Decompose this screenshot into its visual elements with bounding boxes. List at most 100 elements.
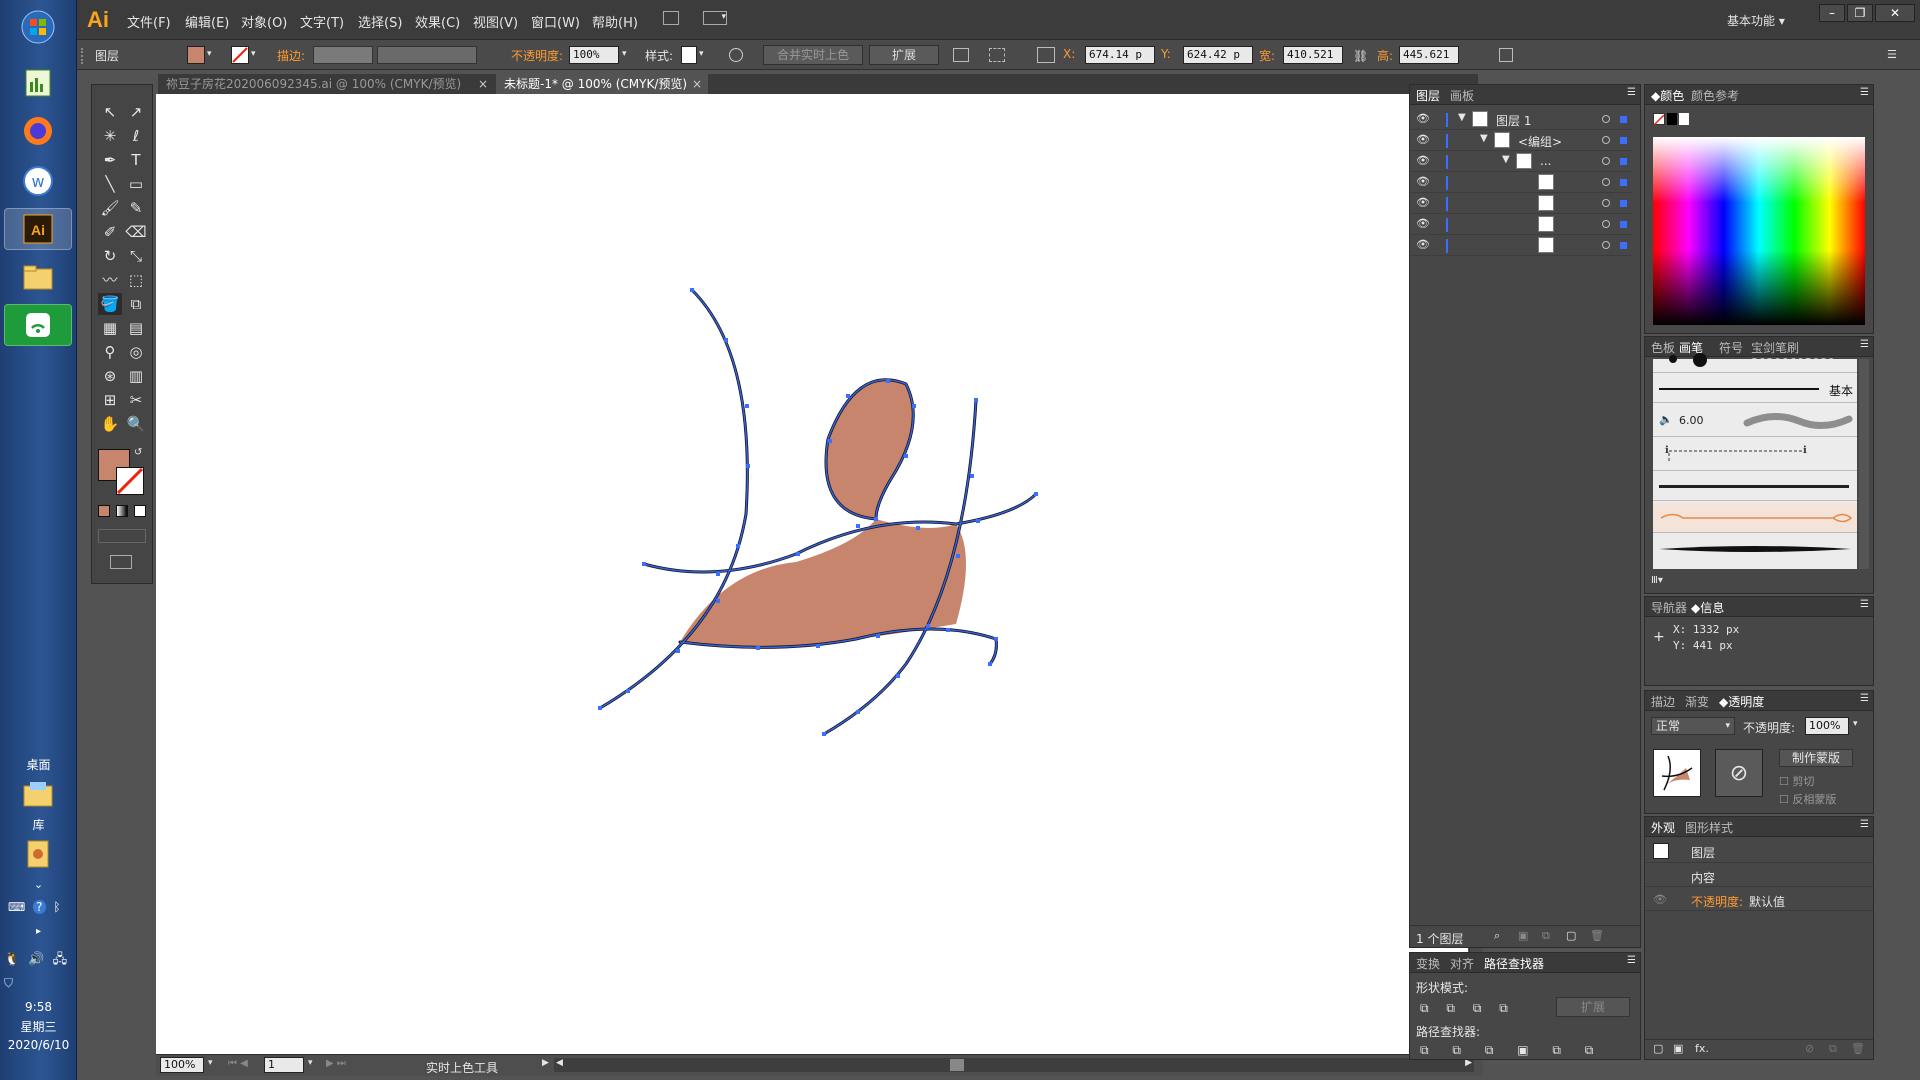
- bridge-icon[interactable]: [663, 11, 679, 25]
- add-stroke-icon[interactable]: ▢: [1653, 1042, 1663, 1055]
- pathfinder-expand-button[interactable]: 扩展: [1556, 997, 1630, 1017]
- outline-icon[interactable]: ⧉: [1552, 1043, 1561, 1057]
- y-input[interactable]: 624.42 p: [1183, 46, 1253, 64]
- clipping-mask-icon[interactable]: ▣: [1518, 929, 1528, 942]
- clock-date[interactable]: 2020/6/10: [0, 1038, 77, 1052]
- help-icon[interactable]: ?: [33, 900, 46, 914]
- height-label[interactable]: 高:: [1377, 47, 1393, 64]
- tab-symbols[interactable]: 符号: [1719, 339, 1743, 356]
- appearance-row-opacity[interactable]: 👁 不透明度: 默认值: [1645, 889, 1873, 911]
- rotate-tool-icon[interactable]: ↻: [98, 245, 122, 267]
- shield-icon[interactable]: ⛉: [4, 976, 13, 991]
- stroke-color-box[interactable]: [116, 467, 144, 495]
- none-mode-icon[interactable]: [134, 505, 146, 517]
- reference-point-icon[interactable]: [1037, 47, 1055, 63]
- sub-name[interactable]: ...: [1540, 154, 1551, 168]
- transform-icon[interactable]: [1499, 48, 1513, 62]
- panel-menu-icon[interactable]: ☰: [1627, 87, 1636, 98]
- target-icon[interactable]: [1602, 178, 1610, 186]
- appearance-row-layer[interactable]: 图层: [1645, 839, 1873, 863]
- artwork-thumbnail[interactable]: [1653, 749, 1701, 797]
- black-color-icon[interactable]: [1667, 113, 1677, 125]
- x-input[interactable]: 674.14 p: [1085, 46, 1155, 64]
- gradient-mode-icon[interactable]: [116, 505, 128, 517]
- delete-layer-icon[interactable]: 🗑: [1590, 929, 1604, 942]
- unite-icon[interactable]: ⧉: [1420, 1001, 1429, 1015]
- tab-swatches[interactable]: 色板: [1651, 339, 1675, 356]
- artwork[interactable]: [156, 94, 1468, 1054]
- selection-tool-icon[interactable]: ↖: [98, 101, 122, 123]
- opacity-input[interactable]: 100%: [569, 46, 619, 64]
- zoom-tool-icon[interactable]: 🔍: [124, 413, 148, 435]
- trim-icon[interactable]: ⧉: [1452, 1043, 1461, 1057]
- panel-menu-icon[interactable]: ☰: [1860, 87, 1869, 98]
- eye-icon[interactable]: 👁: [1416, 154, 1430, 167]
- none-color-icon[interactable]: [1653, 113, 1665, 126]
- artboard-number-field[interactable]: 1: [264, 1057, 304, 1073]
- fill-dropdown-icon[interactable]: ▾: [207, 49, 212, 59]
- tab-gradient[interactable]: 渐变: [1685, 693, 1709, 710]
- desktop-library-folder[interactable]: [4, 776, 72, 812]
- style-dropdown-icon[interactable]: ▾: [699, 49, 704, 59]
- menu-type[interactable]: 文字(T): [300, 12, 344, 31]
- menu-select[interactable]: 选择(S): [358, 12, 402, 31]
- white-color-icon[interactable]: [1679, 113, 1689, 125]
- group-name[interactable]: <编组>: [1518, 133, 1562, 150]
- recolor-artwork-icon[interactable]: [729, 48, 743, 62]
- brush-list-scrollbar[interactable]: [1859, 359, 1869, 569]
- artboard-tool-icon[interactable]: ⊞: [98, 389, 122, 411]
- merge-icon[interactable]: ⧉: [1485, 1043, 1494, 1057]
- eyedropper-tool-icon[interactable]: ⚲: [98, 341, 122, 363]
- column-graph-tool-icon[interactable]: ▥: [124, 365, 148, 387]
- desktop-label[interactable]: 桌面: [0, 756, 77, 773]
- document-setup-icon[interactable]: [953, 48, 969, 62]
- lasso-tool-icon[interactable]: ℓ: [124, 125, 148, 147]
- appearance-opacity-label[interactable]: 不透明度:: [1691, 893, 1743, 910]
- drawing-modes-icon[interactable]: [98, 529, 146, 543]
- intersect-icon[interactable]: ⧉: [1473, 1001, 1482, 1015]
- brush-row-dots[interactable]: [1653, 353, 1857, 373]
- blob-brush-tool-icon[interactable]: ✐: [98, 221, 122, 243]
- selected-art-indicator[interactable]: [1620, 158, 1627, 165]
- live-paint-bucket-tool-icon[interactable]: 🪣: [98, 293, 122, 315]
- stroke-dropdown-icon[interactable]: ▾: [251, 49, 256, 59]
- menu-file[interactable]: 文件(F): [127, 12, 171, 31]
- target-icon[interactable]: [1602, 241, 1610, 249]
- shape-builder-tool-icon[interactable]: ⧉: [124, 293, 148, 315]
- tab-pathfinder[interactable]: 路径查找器: [1484, 955, 1544, 972]
- selected-art-indicator[interactable]: [1620, 221, 1627, 228]
- selected-art-indicator[interactable]: [1620, 137, 1627, 144]
- color-spectrum[interactable]: [1653, 137, 1865, 325]
- gradient-tool-icon[interactable]: ▤: [124, 317, 148, 339]
- visibility-eye-icon[interactable]: 👁: [1653, 893, 1667, 906]
- start-button[interactable]: [4, 6, 72, 48]
- eye-icon[interactable]: 👁: [1416, 217, 1430, 230]
- opacity-dropdown-icon[interactable]: ▾: [1853, 719, 1858, 729]
- crop-icon[interactable]: ▣: [1517, 1043, 1528, 1057]
- transparency-opacity-input[interactable]: 100%: [1805, 717, 1849, 735]
- layer-row-group[interactable]: 👁 ▼ <编组>: [1410, 130, 1632, 151]
- control-menu-icon[interactable]: ☰: [1887, 48, 1897, 61]
- chevron-down-icon[interactable]: ⌄: [0, 878, 77, 891]
- add-effect-icon[interactable]: fx.: [1695, 1042, 1709, 1055]
- brush-row-pattern[interactable]: ℹℹ: [1653, 439, 1857, 471]
- eye-icon[interactable]: 👁: [1416, 238, 1430, 251]
- clip-checkbox[interactable]: ☐ 剪切: [1779, 773, 1814, 789]
- eye-icon[interactable]: 👁: [1416, 133, 1430, 146]
- brush-libraries-menu-icon[interactable]: Ⅲ▾: [1651, 575, 1663, 586]
- first-artboard-icon[interactable]: ⏮ ◀: [228, 1058, 248, 1069]
- h-scroll-thumb[interactable]: [950, 1059, 964, 1071]
- exclude-icon[interactable]: ⧉: [1499, 1001, 1508, 1015]
- tab-appearance[interactable]: 外观: [1651, 819, 1675, 836]
- layer-row-path-2[interactable]: 👁: [1410, 193, 1632, 214]
- opacity-dropdown-icon[interactable]: ▾: [622, 49, 627, 59]
- layer-row-path-1[interactable]: 👁: [1410, 172, 1632, 193]
- taskbar-firefox[interactable]: [4, 110, 72, 152]
- horizontal-scrollbar[interactable]: ◀ ▶: [554, 1058, 1474, 1072]
- panel-menu-icon[interactable]: ☰: [1860, 693, 1869, 704]
- menu-window[interactable]: 窗口(W): [531, 12, 580, 31]
- tray-expand-icon[interactable]: ▸: [0, 926, 77, 937]
- style-swatch[interactable]: [681, 46, 697, 64]
- tray-status-icons[interactable]: 🐧 🔊 🖧: [4, 950, 74, 972]
- stroke-label[interactable]: 描边:: [277, 47, 305, 64]
